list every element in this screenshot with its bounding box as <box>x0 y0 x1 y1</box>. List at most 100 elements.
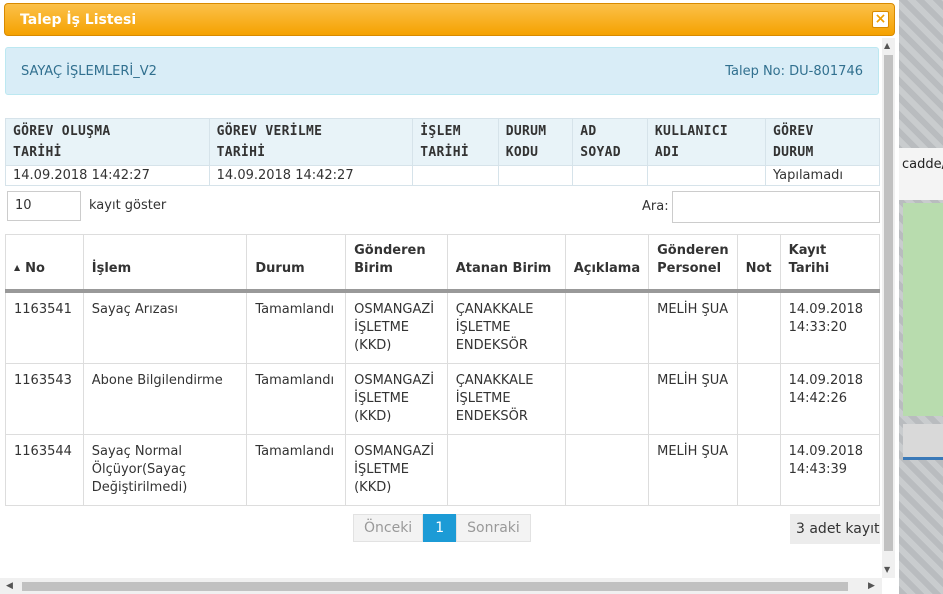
modal-titlebar[interactable]: Talep İş Listesi × <box>4 3 895 36</box>
column-header[interactable]: Atanan Birim <box>446 234 566 293</box>
page-length-label: kayıt göster <box>89 198 167 213</box>
cell-text: Sayaç Normal <box>91 444 182 459</box>
background-panel <box>899 148 943 200</box>
horizontal-scrollbar[interactable]: ◀ ▶ <box>0 578 882 594</box>
table-cell <box>564 290 650 364</box>
summary-header-text: TARİHİ <box>216 145 266 160</box>
cell-text: ÇANAKKALE <box>455 373 534 388</box>
background-text: cadde/ <box>902 157 943 172</box>
summary-header-text: TARİHİ <box>13 145 62 160</box>
page-length-select[interactable]: 10 <box>7 191 81 221</box>
summary-cell: 14.09.2018 14:42:27 <box>208 165 414 186</box>
column-header[interactable]: İşlem <box>82 234 248 293</box>
summary-cell: Yapılamadı <box>764 165 881 186</box>
column-header[interactable]: Durum <box>246 234 347 293</box>
cell-text: 14.09.2018 <box>788 444 864 459</box>
summary-cell <box>497 165 574 186</box>
search-input[interactable] <box>672 191 880 223</box>
cell-text: OSMANGAZİ <box>354 444 435 459</box>
column-header-text: Açıklama <box>573 261 641 276</box>
page-1-button[interactable]: 1 <box>423 514 457 542</box>
cell-text: 14.09.2018 <box>788 302 864 317</box>
modal-content: SAYAÇ İŞLEMLERİ_V2 Talep No: DU-801746 G… <box>0 38 882 578</box>
cell-text: 14.09.2018 <box>788 373 864 388</box>
column-header-text: Gönderen <box>657 243 729 258</box>
summary-header: AD SOYAD <box>572 118 648 166</box>
cell-text: 1163543 <box>14 373 72 388</box>
cell-text: Değiştirilmedi) <box>91 480 188 495</box>
cell-text: ÇANAKKALE <box>455 302 534 317</box>
table-row[interactable]: 1163543 Abone Bilgilendirme Tamamlandı OSMA… <box>5 363 881 435</box>
background-blue-line <box>903 457 943 460</box>
vertical-scrollbar[interactable]: ▲ ▼ <box>882 38 895 578</box>
column-header[interactable]: Açıklama <box>564 234 650 293</box>
vertical-scroll-thumb[interactable] <box>884 55 893 551</box>
cell-text: OSMANGAZİ <box>354 373 435 388</box>
close-icon: × <box>874 11 887 27</box>
summary-cell <box>572 165 648 186</box>
cell-text: OSMANGAZİ <box>354 302 435 317</box>
table-row[interactable]: 1163541 Sayaç Arızası Tamamlandı OSMANGAZİ İ… <box>5 290 881 364</box>
scroll-right-icon[interactable]: ▶ <box>868 581 875 591</box>
table-cell <box>736 363 781 435</box>
cell-text: (KKD) <box>354 480 392 495</box>
column-header[interactable]: Not <box>736 234 781 293</box>
cell-text: Tamamlandı <box>255 444 335 459</box>
close-button[interactable]: × <box>872 11 889 28</box>
cell-text: Abone Bilgilendirme <box>91 373 223 388</box>
cell-text: 1163544 <box>14 444 72 459</box>
search-label: Ara: <box>642 199 669 214</box>
cell-text: (KKD) <box>354 409 392 424</box>
cell-text: İŞLETME <box>455 320 511 335</box>
summary-header-text: GÖREV OLUŞMA <box>13 124 111 139</box>
table-row[interactable]: 1163544 Sayaç Normal Ölçüyor(Sayaç Değiştir… <box>5 434 881 506</box>
cell-text: Tamamlandı <box>255 373 335 388</box>
scroll-left-icon[interactable]: ◀ <box>6 581 13 591</box>
column-header-text: Durum <box>255 261 305 276</box>
cell-text: ENDEKSÖR <box>455 338 528 353</box>
next-page-button[interactable]: Sonraki <box>456 514 531 542</box>
table-cell: 14.09.2018 14:33:20 <box>779 290 881 364</box>
column-header-text: No <box>25 261 45 276</box>
column-header-text: İşlem <box>91 261 132 276</box>
modal-dialog: Talep İş Listesi × SAYAÇ İŞLEMLERİ_V2 Ta… <box>0 0 899 594</box>
summary-header-text: TARİHİ <box>420 145 470 160</box>
cell-text: 14:43:39 <box>788 462 848 477</box>
column-header[interactable]: Gönderen Personel <box>648 234 738 293</box>
previous-page-button[interactable]: Önceki <box>353 514 424 542</box>
column-header[interactable]: Kayıt Tarihi <box>779 234 881 293</box>
cell-text: İŞLETME <box>455 391 511 406</box>
cell-text: MELİH ŞUA <box>657 302 729 317</box>
summary-header-text: KULLANICI <box>654 124 728 139</box>
column-header[interactable]: ▲ No <box>5 234 84 293</box>
table-cell: MELİH ŞUA <box>648 363 738 435</box>
column-header-text: Atanan Birim <box>455 261 552 276</box>
table-cell: ÇANAKKALE İŞLETME ENDEKSÖR <box>446 363 566 435</box>
summary-header-text: KODU <box>505 145 539 160</box>
summary-header-text: SOYAD <box>580 145 621 160</box>
column-header-text: Kayıt Tarihi <box>788 243 830 276</box>
sort-asc-icon: ▲ <box>14 263 21 272</box>
cell-text: MELİH ŞUA <box>657 373 729 388</box>
scroll-down-icon[interactable]: ▼ <box>884 565 890 574</box>
cell-text: 1163541 <box>14 302 72 317</box>
summary-header: GÖREV DURUM <box>764 118 881 166</box>
summary-header-text: DURUM <box>505 124 547 139</box>
scroll-up-icon[interactable]: ▲ <box>884 41 890 50</box>
summary-header-text: ADI <box>654 145 680 160</box>
horizontal-scroll-thumb[interactable] <box>22 582 848 591</box>
summary-header-text: İŞLEM <box>420 124 461 139</box>
table-cell: ÇANAKKALE İŞLETME ENDEKSÖR <box>446 290 566 364</box>
cell-text: ENDEKSÖR <box>455 409 528 424</box>
summary-cell <box>412 165 499 186</box>
summary-header-text: GÖREV VERİLME <box>216 124 323 139</box>
summary-header-text: GÖREV <box>772 124 814 139</box>
table-cell: 14.09.2018 14:42:26 <box>779 363 881 435</box>
background-gray-block <box>903 424 943 458</box>
table-cell: 1163541 <box>5 290 84 364</box>
table-cell: OSMANGAZİ İŞLETME (KKD) <box>345 363 448 435</box>
column-header[interactable]: Gönderen Birim <box>345 234 448 293</box>
summary-header: GÖREV VERİLME TARİHİ <box>208 118 414 166</box>
column-header-text: Birim <box>354 261 393 276</box>
column-header-text: Personel <box>657 261 722 276</box>
